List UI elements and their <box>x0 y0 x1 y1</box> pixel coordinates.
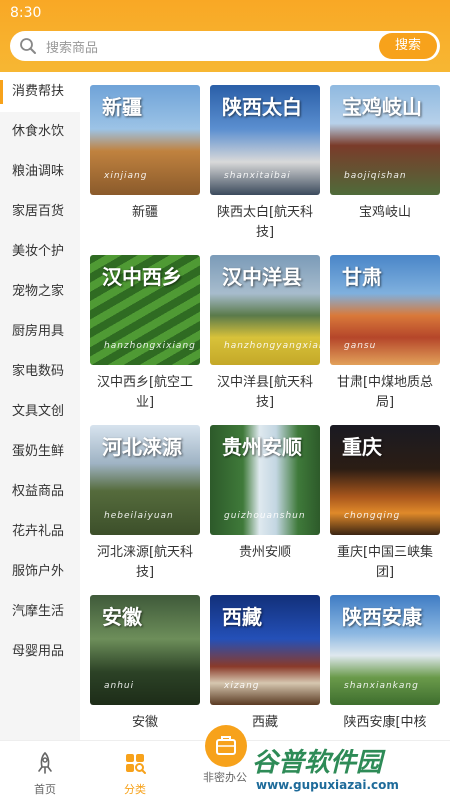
region-image-title: 宝鸡岐山 <box>342 95 422 119</box>
region-image-title: 汉中西乡 <box>102 265 182 289</box>
grid-item-shaanxi-taibai[interactable]: 陕西太白 shanxitaibai 陕西太白[航天科技] <box>205 85 325 243</box>
region-image-title: 西藏 <box>222 605 262 629</box>
grid-item-hanzhong-xixiang[interactable]: 汉中西乡 hanzhongxixiang 汉中西乡[航空工业] <box>85 255 205 413</box>
region-image-subtitle: shanxiankang <box>344 681 419 691</box>
sidebar-item-snacks-drinks[interactable]: 休食水饮 <box>0 112 80 152</box>
grid-item-label: 陕西太白[航天科技] <box>216 205 314 240</box>
grid-item-hebei-laiyuan[interactable]: 河北涞源 hebeilaiyuan 河北涞源[航天科技] <box>85 425 205 583</box>
watermark-url: www.gupuxiazai.com <box>256 778 399 792</box>
grid-item-label: 安徽 <box>131 715 158 730</box>
region-image-title: 河北涞源 <box>102 435 182 459</box>
sidebar-item-kitchen[interactable]: 厨房用具 <box>0 312 80 352</box>
sidebar-item-grain-oil[interactable]: 粮油调味 <box>0 152 80 192</box>
sidebar-item-apparel-outdoor[interactable]: 服饰户外 <box>0 552 80 592</box>
region-image-subtitle: xizang <box>224 681 260 691</box>
region-image: 贵州安顺 guizhouanshun <box>210 425 320 535</box>
region-image-title: 贵州安顺 <box>222 435 302 459</box>
header: 8:30 搜索商品 搜索 <box>0 0 450 72</box>
region-image: 陕西太白 shanxitaibai <box>210 85 320 195</box>
status-time: 8:30 <box>10 5 42 21</box>
region-image-subtitle: hanzhongxixiang <box>104 341 196 351</box>
region-grid: 新疆 xinjiang 新疆 陕西太白 shanxitaibai 陕西太白[航天… <box>80 72 450 740</box>
region-image: 汉中洋县 hanzhongyangxian <box>210 255 320 365</box>
sidebar-item-stationery[interactable]: 文具文创 <box>0 392 80 432</box>
grid-item-label: 新疆 <box>131 205 158 220</box>
sidebar-item-consumer-aid[interactable]: 消费帮扶 <box>0 72 80 112</box>
rocket-icon <box>38 751 52 774</box>
grid-item-label: 汉中西乡[航空工业] <box>96 375 194 410</box>
grid-item-label: 重庆[中国三峡集团] <box>336 545 434 580</box>
grid-item-anhui[interactable]: 安徽 anhui 安徽 <box>85 595 205 733</box>
category-sidebar: 消费帮扶 休食水饮 粮油调味 家居百货 美妆个护 宠物之家 厨房用具 家电数码 … <box>0 72 80 740</box>
grid-item-gansu[interactable]: 甘肃 gansu 甘肃[中煤地质总局] <box>325 255 445 413</box>
region-image-title: 汉中洋县 <box>222 265 302 289</box>
region-image-subtitle: shanxitaibai <box>224 171 291 181</box>
search-button[interactable]: 搜索 <box>379 33 437 59</box>
region-image-subtitle: xinjiang <box>104 171 148 181</box>
region-image-subtitle: anhui <box>104 681 135 691</box>
grid-item-label: 宝鸡岐山 <box>358 205 411 220</box>
sidebar-item-pets[interactable]: 宠物之家 <box>0 272 80 312</box>
briefcase-icon <box>216 736 236 755</box>
sidebar-item-fresh[interactable]: 蛋奶生鲜 <box>0 432 80 472</box>
category-grid-icon <box>126 754 146 774</box>
grid-item-label: 甘肃[中煤地质总局] <box>336 375 434 410</box>
region-image-title: 重庆 <box>342 435 382 459</box>
region-image: 甘肃 gansu <box>330 255 440 365</box>
tab-category-label: 分类 <box>124 783 146 796</box>
region-image-subtitle: hanzhongyangxian <box>224 341 320 351</box>
grid-item-xizang[interactable]: 西藏 xizang 西藏 <box>205 595 325 733</box>
region-image-subtitle: hebeilaiyuan <box>104 511 174 521</box>
grid-item-label: 河北涞源[航天科技] <box>96 545 194 580</box>
region-image: 陕西安康 shanxiankang <box>330 595 440 705</box>
office-center-button[interactable] <box>205 725 247 767</box>
grid-item-label: 贵州安顺 <box>238 545 291 560</box>
search-bar[interactable]: 搜索商品 搜索 <box>10 31 440 61</box>
search-icon <box>20 38 36 54</box>
grid-item-guizhou-anshun[interactable]: 贵州安顺 guizhouanshun 贵州安顺 <box>205 425 325 563</box>
region-image: 新疆 xinjiang <box>90 85 200 195</box>
region-image-subtitle: gansu <box>344 341 377 351</box>
region-image-subtitle: baojiqishan <box>344 171 407 181</box>
grid-item-hanzhong-yangxian[interactable]: 汉中洋县 hanzhongyangxian 汉中洋县[航天科技] <box>205 255 325 413</box>
region-image: 西藏 xizang <box>210 595 320 705</box>
sidebar-item-flowers-gifts[interactable]: 花卉礼品 <box>0 512 80 552</box>
tab-home[interactable]: 首页 <box>0 741 90 800</box>
sidebar-item-baby[interactable]: 母婴用品 <box>0 632 80 672</box>
sidebar-item-auto-life[interactable]: 汽摩生活 <box>0 592 80 632</box>
grid-item-baoji-qishan[interactable]: 宝鸡岐山 baojiqishan 宝鸡岐山 <box>325 85 445 223</box>
grid-item-label: 汉中洋县[航天科技] <box>216 375 314 410</box>
grid-item-label: 陕西安康[中核 <box>343 715 427 730</box>
region-image-title: 陕西太白 <box>222 95 302 119</box>
region-image-title: 新疆 <box>102 95 142 119</box>
search-input[interactable]: 搜索商品 <box>46 37 98 56</box>
grid-item-shaanxi-ankang[interactable]: 陕西安康 shanxiankang 陕西安康[中核 <box>325 595 445 733</box>
region-image: 安徽 anhui <box>90 595 200 705</box>
region-image-title: 甘肃 <box>342 265 382 289</box>
watermark-logo: 谷普软件园 www.gupuxiazai.com <box>246 740 450 800</box>
grid-item-chongqing[interactable]: 重庆 chongqing 重庆[中国三峡集团] <box>325 425 445 583</box>
sidebar-item-electronics[interactable]: 家电数码 <box>0 352 80 392</box>
sidebar-item-beauty-care[interactable]: 美妆个护 <box>0 232 80 272</box>
watermark-title: 谷普软件园 <box>252 748 383 778</box>
sidebar-item-home-goods[interactable]: 家居百货 <box>0 192 80 232</box>
region-image-subtitle: guizhouanshun <box>224 511 306 521</box>
tab-home-label: 首页 <box>34 783 56 796</box>
sidebar-item-benefits[interactable]: 权益商品 <box>0 472 80 512</box>
region-image-title: 安徽 <box>102 605 142 629</box>
region-image: 河北涞源 hebeilaiyuan <box>90 425 200 535</box>
tab-category[interactable]: 分类 <box>90 741 180 800</box>
grid-item-xinjiang[interactable]: 新疆 xinjiang 新疆 <box>85 85 205 223</box>
region-image: 宝鸡岐山 baojiqishan <box>330 85 440 195</box>
region-image-subtitle: chongqing <box>344 511 401 521</box>
region-image: 汉中西乡 hanzhongxixiang <box>90 255 200 365</box>
region-image: 重庆 chongqing <box>330 425 440 535</box>
region-image-title: 陕西安康 <box>342 605 422 629</box>
